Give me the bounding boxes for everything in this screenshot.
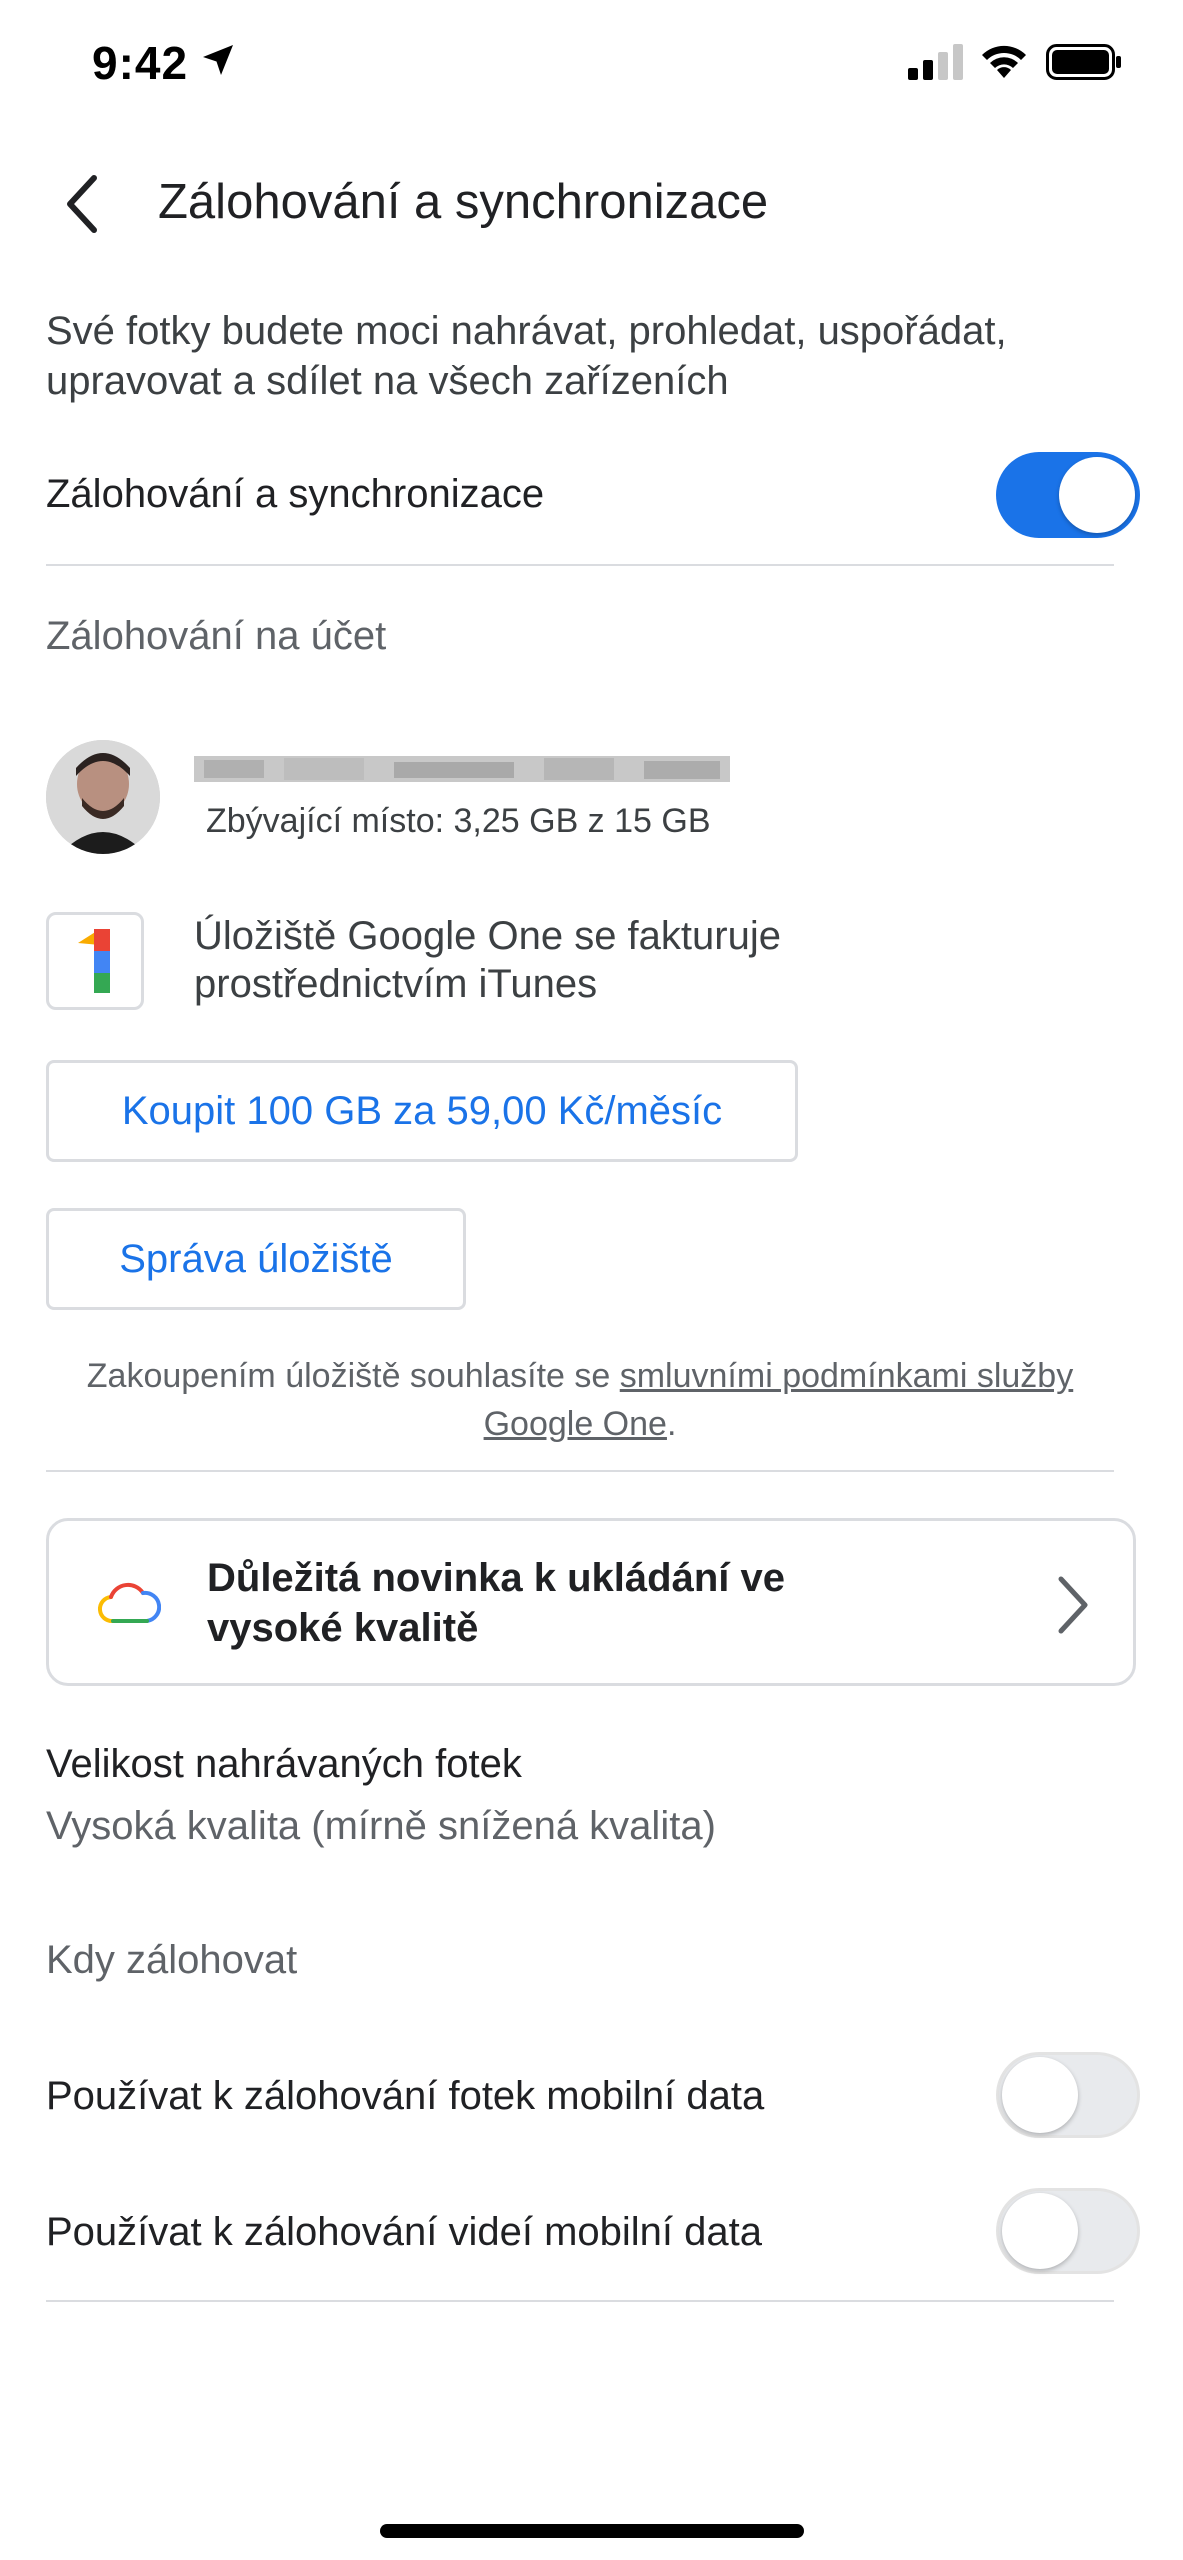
- avatar: [46, 740, 160, 854]
- toggle-knob: [1002, 2057, 1078, 2133]
- wifi-icon: [982, 45, 1026, 78]
- manage-storage-button[interactable]: Správa úložiště: [46, 1208, 466, 1310]
- videos-mobile-data-toggle[interactable]: [996, 2188, 1140, 2274]
- home-indicator[interactable]: [380, 2524, 804, 2538]
- storage-remaining: Zbývající místo: 3,25 GB z 15 GB: [206, 802, 711, 840]
- when-backup-label: Kdy zálohovat: [46, 1938, 298, 1982]
- page-title: Zálohování a synchronizace: [158, 175, 769, 229]
- divider: [46, 2300, 1114, 2302]
- upload-size-title[interactable]: Velikost nahrávaných fotek: [46, 1742, 522, 1787]
- divider: [46, 564, 1114, 566]
- news-card[interactable]: Důležitá novinka k ukládání ve vysoké kv…: [46, 1518, 1136, 1686]
- terms-text: Zakoupením úložiště souhlasíte se smluvn…: [46, 1352, 1114, 1448]
- google-one-billing-text: Úložiště Google One se fakturuje prostře…: [194, 914, 781, 1006]
- back-arrow-icon: [67, 175, 97, 233]
- status-time: 9:42: [92, 37, 189, 89]
- terms-prefix: Zakoupením úložiště souhlasíte se: [86, 1357, 620, 1395]
- description-text: Své fotky budete moci nahrávat, prohleda…: [46, 309, 1007, 403]
- divider: [46, 1470, 1114, 1472]
- cellular-signal-icon: [908, 44, 963, 80]
- toggle-knob: [1059, 457, 1135, 533]
- account-email-redacted: [194, 756, 730, 782]
- backup-sync-label: Zálohování a synchronizace: [46, 472, 545, 516]
- chevron-right-icon: [1058, 1576, 1088, 1634]
- upload-size-value[interactable]: Vysoká kvalita (mírně snížená kvalita): [46, 1804, 716, 1849]
- account-section-label: Zálohování na účet: [46, 614, 387, 658]
- videos-mobile-data-label: Používat k zálohování videí mobilní data: [46, 2210, 762, 2254]
- back-button[interactable]: [52, 168, 112, 240]
- cloud-icon: [98, 1582, 161, 1624]
- battery-icon: [1046, 44, 1121, 80]
- terms-suffix: .: [666, 1405, 677, 1443]
- buy-storage-button[interactable]: Koupit 100 GB za 59,00 Kč/měsíc: [46, 1060, 798, 1162]
- backup-sync-toggle[interactable]: [996, 452, 1140, 538]
- photos-mobile-data-toggle[interactable]: [996, 2052, 1140, 2138]
- news-text: Důležitá novinka k ukládání ve vysoké kv…: [207, 1556, 785, 1650]
- photos-mobile-data-label: Používat k zálohování fotek mobilní data: [46, 2074, 765, 2118]
- location-arrow-icon: [203, 45, 233, 75]
- toggle-knob: [1002, 2193, 1078, 2269]
- google-one-logo: [46, 912, 144, 1010]
